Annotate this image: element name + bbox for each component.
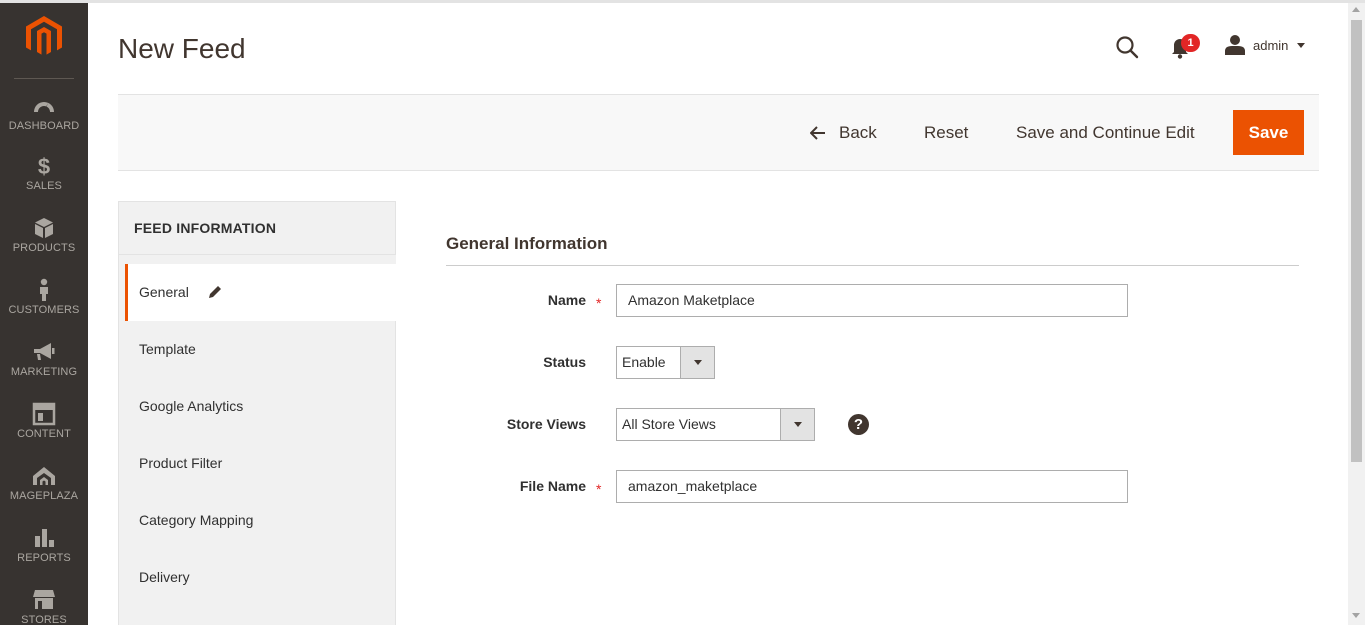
mageplaza-icon bbox=[33, 467, 55, 485]
layout-icon bbox=[32, 402, 56, 426]
reset-button[interactable]: Reset bbox=[924, 121, 968, 145]
chevron-down-icon bbox=[780, 409, 814, 440]
tab-google-analytics[interactable]: Google Analytics bbox=[119, 378, 396, 435]
svg-text:$: $ bbox=[38, 154, 50, 178]
tab-label: General bbox=[139, 284, 189, 300]
status-select[interactable]: Enable bbox=[616, 346, 715, 379]
sidebar-item-marketing[interactable]: MARKETING bbox=[0, 340, 88, 402]
sidebar-item-customers[interactable]: CUSTOMERS bbox=[0, 278, 88, 340]
name-input[interactable]: Amazon Maketplace bbox=[616, 284, 1128, 317]
tab-general[interactable]: General bbox=[125, 264, 396, 321]
sidebar-item-dashboard[interactable]: DASHBOARD bbox=[0, 94, 88, 156]
file-name-field-label: File Name bbox=[519, 478, 586, 494]
store-icon bbox=[33, 590, 55, 609]
window-top-edge bbox=[0, 0, 1365, 3]
sidebar-item-label: PRODUCTS bbox=[12, 242, 76, 254]
sidebar-item-label: SALES bbox=[26, 180, 62, 192]
save-and-continue-button[interactable]: Save and Continue Edit bbox=[1016, 121, 1195, 145]
back-button-label: Back bbox=[839, 123, 877, 142]
store-views-field-label: Store Views bbox=[506, 416, 586, 432]
chevron-down-icon bbox=[680, 347, 714, 378]
tab-category-mapping[interactable]: Category Mapping bbox=[119, 492, 396, 549]
chevron-down-icon bbox=[1297, 43, 1305, 48]
sidebar-item-label: MAGEPLAZA bbox=[9, 490, 79, 502]
sidebar-item-sales[interactable]: $ SALES bbox=[0, 154, 88, 216]
name-field-label: Name bbox=[547, 292, 586, 308]
sidebar-item-reports[interactable]: REPORTS bbox=[0, 526, 88, 588]
logo-divider bbox=[14, 78, 74, 79]
store-views-select-value: All Store Views bbox=[622, 416, 716, 432]
notification-count-badge[interactable]: 1 bbox=[1181, 34, 1200, 52]
arrow-left-icon bbox=[810, 126, 825, 140]
required-indicator: * bbox=[596, 295, 602, 311]
required-indicator: * bbox=[596, 481, 602, 497]
tabs-spacer bbox=[119, 255, 396, 264]
person-icon bbox=[40, 278, 48, 301]
user-icon bbox=[1225, 35, 1245, 55]
tabs-header: FEED INFORMATION bbox=[118, 201, 396, 255]
section-title: General Information bbox=[446, 234, 608, 253]
dollar-icon: $ bbox=[38, 154, 50, 178]
tab-template[interactable]: Template bbox=[119, 321, 396, 378]
file-name-input[interactable]: amazon_maketplace bbox=[616, 470, 1128, 503]
section-divider bbox=[446, 265, 1299, 266]
admin-username: admin bbox=[1253, 38, 1289, 53]
tab-delivery[interactable]: Delivery bbox=[119, 549, 396, 606]
pencil-icon bbox=[209, 286, 221, 298]
tab-label: Delivery bbox=[139, 569, 190, 585]
tab-label: Category Mapping bbox=[139, 512, 254, 528]
search-icon[interactable] bbox=[1113, 33, 1141, 61]
admin-sidebar: DASHBOARD $ SALES PRODUCTS CUSTOMERS MAR… bbox=[0, 3, 88, 625]
back-button[interactable]: Back bbox=[810, 121, 880, 145]
scrollbar-thumb[interactable] bbox=[1351, 20, 1362, 462]
tab-label: Google Analytics bbox=[139, 398, 244, 414]
status-field-label: Status bbox=[543, 354, 586, 370]
megaphone-icon bbox=[34, 343, 55, 360]
sidebar-item-content[interactable]: CONTENT bbox=[0, 402, 88, 464]
save-button[interactable]: Save bbox=[1233, 110, 1304, 155]
status-select-value: Enable bbox=[622, 354, 666, 370]
sidebar-item-mageplaza[interactable]: MAGEPLAZA bbox=[0, 464, 88, 526]
sidebar-item-label: CUSTOMERS bbox=[8, 304, 80, 316]
tab-product-filter[interactable]: Product Filter bbox=[119, 435, 396, 492]
page-title: New Feed bbox=[118, 33, 246, 64]
scroll-down-arrow-icon[interactable] bbox=[1352, 613, 1360, 618]
tab-label: Template bbox=[139, 341, 196, 357]
sidebar-item-label: REPORTS bbox=[17, 552, 71, 564]
sidebar-item-label: DASHBOARD bbox=[8, 120, 80, 132]
sidebar-item-label: CONTENT bbox=[17, 428, 71, 440]
sidebar-item-products[interactable]: PRODUCTS bbox=[0, 216, 88, 278]
scroll-up-arrow-icon[interactable] bbox=[1352, 7, 1360, 12]
dashboard-icon bbox=[34, 102, 54, 113]
store-views-select[interactable]: All Store Views bbox=[616, 408, 815, 441]
tab-label: Product Filter bbox=[139, 455, 223, 471]
sidebar-item-label: MARKETING bbox=[10, 366, 78, 378]
admin-account-menu[interactable]: admin bbox=[1224, 34, 1310, 58]
magento-logo-icon[interactable] bbox=[24, 15, 64, 59]
bar-chart-icon bbox=[35, 529, 54, 547]
tabs-heading: FEED INFORMATION bbox=[134, 220, 277, 236]
sidebar-item-label: STORES bbox=[21, 614, 67, 625]
help-icon[interactable]: ? bbox=[848, 414, 869, 435]
sidebar-item-stores[interactable]: STORES bbox=[0, 588, 88, 625]
box-icon bbox=[35, 218, 53, 238]
